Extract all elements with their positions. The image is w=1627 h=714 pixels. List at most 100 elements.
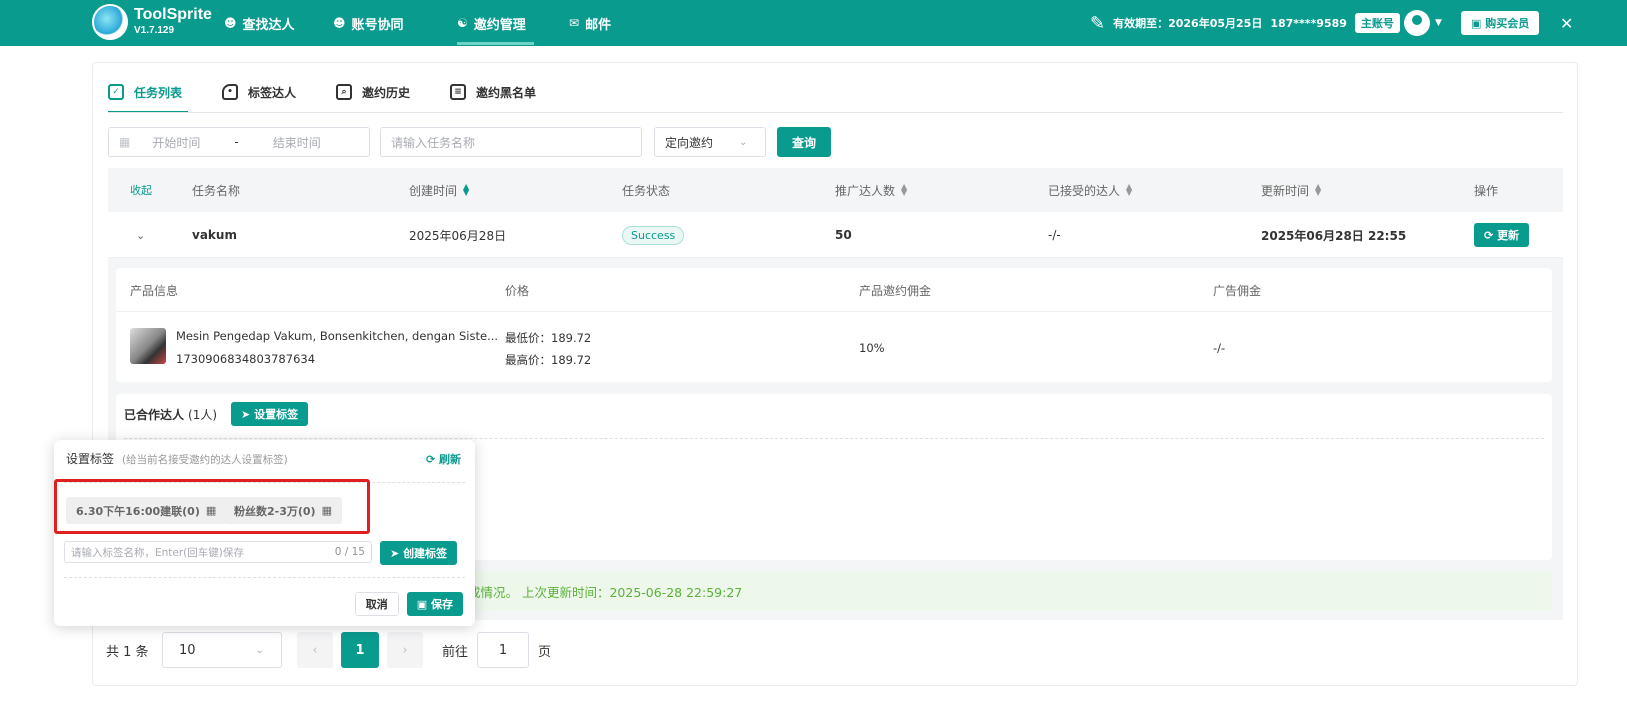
- product-table-header: 产品信息 价格 产品邀约佣金 广告佣金: [116, 268, 1552, 312]
- nav-item-collab[interactable]: ☻ 账号协同: [333, 0, 404, 46]
- nav-label: 账号协同: [351, 17, 404, 33]
- buy-membership-button[interactable]: ▣ 购买会员: [1461, 11, 1540, 35]
- query-button[interactable]: 查询: [777, 127, 831, 157]
- save-label: 保存: [431, 598, 453, 611]
- task-name-input[interactable]: 请输入任务名称: [380, 127, 642, 157]
- invite-type-select[interactable]: 定向邀约 ⌄: [654, 127, 766, 157]
- goto-page-input[interactable]: 1: [477, 632, 529, 668]
- create-tag-wrap: ➤ 创建标签: [380, 541, 458, 565]
- header-label: 已接受的达人: [1048, 183, 1121, 198]
- top-navbar: ToolSprite V1.7.129 ☻ 查找达人 ☻ 账号协同 ☯ 邀约管理…: [0, 0, 1627, 46]
- popover-title: 设置标签: [66, 452, 115, 466]
- nav-active-indicator: [457, 42, 534, 45]
- tab-label: 邀约历史: [362, 85, 411, 100]
- chevron-down-icon: ⌄: [739, 136, 748, 148]
- nav-item-mail[interactable]: ✉ 邮件: [569, 0, 611, 46]
- tab-label: 邀约黑名单: [476, 85, 537, 100]
- sort-icon[interactable]: ▲ ▼: [901, 183, 907, 197]
- page-unit: 页: [538, 644, 552, 660]
- chevron-down-icon[interactable]: ⌄: [136, 212, 145, 258]
- avatar[interactable]: [1404, 10, 1430, 36]
- refresh-icon: ⟳: [1484, 229, 1494, 242]
- gift-icon: ▣: [1471, 17, 1482, 30]
- header-accepted[interactable]: 已接受的达人 ▲ ▼: [1048, 168, 1132, 212]
- checklist-icon: ✓: [108, 84, 124, 100]
- collapse-link[interactable]: 收起: [130, 168, 152, 212]
- nav-item-find[interactable]: ☻ 查找达人: [224, 0, 295, 46]
- update-button[interactable]: ⟳ 更新: [1474, 223, 1530, 247]
- tab-invite-history[interactable]: ⌕ 邀约历史: [336, 72, 410, 112]
- tab-blacklist[interactable]: ≡ 邀约黑名单: [450, 72, 536, 112]
- cell-accepted: -/-: [1048, 228, 1061, 242]
- sort-icon[interactable]: ▲ ▼: [1126, 183, 1132, 197]
- wechat-icon[interactable]: ✎: [1090, 13, 1105, 34]
- page-size-value: 10: [179, 642, 196, 658]
- product-header: 广告佣金: [1213, 283, 1262, 298]
- sort-icon[interactable]: ▲ ▼: [463, 183, 469, 197]
- refresh-icon: ⟳: [425, 453, 436, 466]
- header-label: 推广达人数: [835, 183, 896, 198]
- header-created[interactable]: 创建时间 ▲ ▼: [409, 168, 469, 212]
- create-tag-button[interactable]: ➤ 创建标签: [380, 541, 458, 565]
- save-icon: ▣: [416, 598, 428, 611]
- divider: [64, 577, 465, 578]
- main-account-badge: 主账号: [1354, 13, 1400, 33]
- page-current[interactable]: 1: [341, 632, 379, 668]
- tab-label: 标签达人: [248, 85, 297, 100]
- date-range-picker[interactable]: ▦ 开始时间 - 结束时间: [108, 127, 370, 157]
- close-icon[interactable]: ✕: [1560, 0, 1573, 46]
- end-date-input[interactable]: 结束时间: [273, 134, 321, 151]
- popover-subtitle: (给当前名接受邀约的达人设置标签): [122, 454, 288, 466]
- nav-item-invite[interactable]: ☯ 邀约管理: [457, 0, 526, 46]
- tabs-divider: [108, 112, 1563, 113]
- invite-commission: 10%: [859, 341, 885, 355]
- min-price: 最低价：189.72: [505, 331, 592, 345]
- product-card: 产品信息 价格 产品邀约佣金 广告佣金 Mesin Pengedap Vakum…: [116, 268, 1552, 382]
- tag-name-input[interactable]: 请输入标签名称，Enter(回车键)保存 0 / 15: [64, 541, 372, 563]
- ad-commission: -/-: [1213, 341, 1226, 355]
- invite-type-value: 定向邀约: [665, 135, 714, 150]
- nav-label: 邮件: [585, 17, 612, 33]
- start-date-input[interactable]: 开始时间: [152, 134, 222, 151]
- tab-tagged-creators[interactable]: • 标签达人: [222, 72, 296, 112]
- product-title[interactable]: Mesin Pengedap Vakum, Bonsenkitchen, den…: [176, 329, 498, 343]
- cell-action: ⟳ 更新: [1474, 212, 1530, 258]
- pager-controls: ‹ 1 ›: [297, 632, 423, 668]
- product-image[interactable]: [130, 328, 166, 364]
- app-logo: [92, 4, 128, 40]
- prev-page-button[interactable]: ‹: [297, 632, 333, 668]
- set-tag-button[interactable]: ➤ 设置标签: [231, 402, 309, 426]
- header-promoted[interactable]: 推广达人数 ▲ ▼: [835, 168, 907, 212]
- mail-icon: ✉: [569, 16, 580, 30]
- update-label: 更新: [1497, 229, 1520, 242]
- chevron-down-icon[interactable]: ▼: [1435, 18, 1442, 28]
- cooperated-count: (1人): [188, 407, 218, 422]
- char-counter: 0 / 15: [334, 546, 365, 558]
- sort-icon[interactable]: ▲ ▼: [1315, 183, 1321, 197]
- validity-text: 有效期至：2026年05月25日: [1113, 17, 1263, 30]
- goto-wrap: 1: [477, 632, 529, 668]
- total-count: 共 1 条: [106, 644, 149, 660]
- cell-task-name: vakum: [192, 228, 237, 242]
- next-page-button[interactable]: ›: [387, 632, 423, 668]
- user-menu[interactable]: ▼: [1404, 0, 1442, 46]
- tab-task-list[interactable]: ✓ 任务列表: [108, 72, 189, 113]
- popover-refresh-button[interactable]: ⟳ 刷新: [426, 451, 461, 467]
- header-label: 创建时间: [409, 183, 458, 198]
- table-row: ⌄ vakum 2025年06月28日 Success 50 -/- 2025年…: [108, 212, 1563, 258]
- popover-actions: 取消 ▣ 保存: [354, 592, 463, 616]
- header-updated[interactable]: 更新时间 ▲ ▼: [1261, 168, 1321, 212]
- notice-text: 约达成情况。 上次更新时间：2025-06-28 22:59:27: [443, 584, 743, 600]
- save-button[interactable]: ▣ 保存: [406, 592, 463, 616]
- status-badge: Success: [622, 225, 685, 245]
- header-status: 任务状态: [622, 168, 670, 212]
- tab-label: 任务列表: [134, 85, 183, 100]
- invite-icon: ☯: [457, 16, 468, 30]
- search-doc-icon: ⌕: [336, 84, 353, 100]
- cell-created: 2025年06月28日: [409, 228, 507, 243]
- app-name: ToolSprite: [134, 6, 212, 23]
- table-header: 收起 任务名称 创建时间 ▲ ▼ 任务状态 推广达人数 ▲ ▼ 已接受的达人 ▲ ▼ 更新时…: [108, 168, 1563, 212]
- phone-text: 187****9589: [1270, 16, 1347, 30]
- cancel-button[interactable]: 取消: [354, 592, 399, 616]
- page-size-select[interactable]: 10 ⌄: [162, 632, 282, 668]
